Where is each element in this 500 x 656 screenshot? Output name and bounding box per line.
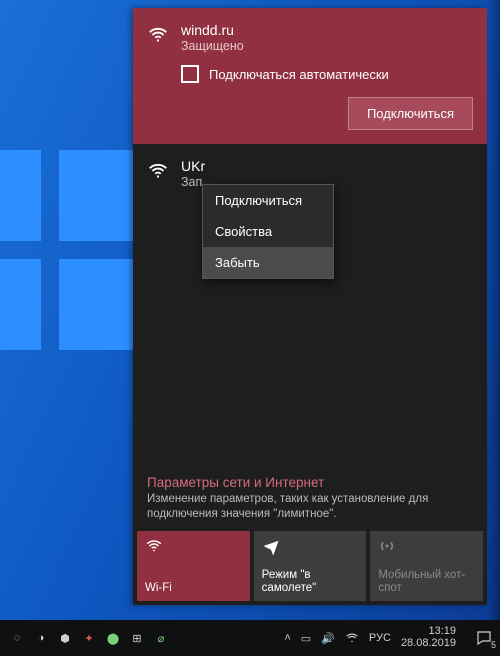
network-status: Защищено — [181, 39, 244, 53]
tray-icon[interactable]: ◌ — [10, 631, 24, 645]
tray-icon[interactable]: ⌀ — [154, 631, 168, 645]
chevron-up-icon[interactable]: ˄ — [284, 632, 290, 644]
steam-icon[interactable]: ◑ — [34, 631, 48, 645]
auto-connect-label: Подключаться автоматически — [209, 67, 389, 82]
tile-label: Мобильный хот-спот — [378, 569, 475, 595]
wifi-icon — [145, 537, 242, 555]
tray-icon[interactable]: ⊞ — [130, 631, 144, 645]
network-flyout: windd.ru Защищено Подключаться автоматич… — [133, 8, 487, 605]
desktop: windd.ru Защищено Подключаться автоматич… — [0, 0, 500, 656]
settings-title: Параметры сети и Интернет — [147, 475, 473, 490]
action-center-icon[interactable]: 5 — [474, 628, 494, 648]
auto-connect-checkbox[interactable] — [181, 65, 199, 83]
notif-count: 5 — [491, 640, 496, 650]
ctx-connect[interactable]: Подключиться — [203, 185, 333, 216]
settings-desc: Изменение параметров, таких как установл… — [147, 492, 473, 523]
wifi-icon — [147, 160, 169, 182]
connect-button[interactable]: Подключиться — [348, 97, 473, 130]
taskbar: ◌ ◑ ⬢ ✦ ⬤ ⊞ ⌀ ˄ ▭ 🔊 РУС 13:19 28.08.2019… — [0, 620, 500, 656]
tray-icon[interactable]: ✦ — [82, 631, 96, 645]
ctx-properties[interactable]: Свойства — [203, 216, 333, 247]
tile-airplane[interactable]: Режим "в самолете" — [254, 531, 367, 601]
volume-icon[interactable]: 🔊 — [321, 632, 335, 645]
clock-date: 28.08.2019 — [401, 638, 456, 650]
security-icon[interactable]: ▭ — [301, 632, 311, 645]
ssid-label: UKr — [181, 158, 205, 174]
system-tray: ˄ ▭ 🔊 РУС 13:19 28.08.2019 5 — [284, 626, 500, 649]
language-indicator[interactable]: РУС — [369, 632, 391, 644]
clock[interactable]: 13:19 28.08.2019 — [401, 626, 456, 649]
ssid-label: windd.ru — [181, 22, 244, 38]
network-tray-icon[interactable] — [345, 631, 359, 645]
hotspot-icon — [378, 537, 475, 555]
edge-shadow — [487, 0, 500, 620]
windows-logo-bg — [0, 150, 150, 350]
network-item[interactable]: UKr Зап — [133, 144, 487, 189]
ctx-forget[interactable]: Забыть — [203, 247, 333, 278]
tile-wifi[interactable]: Wi-Fi — [137, 531, 250, 601]
tile-label: Режим "в самолете" — [262, 569, 359, 595]
context-menu: Подключиться Свойства Забыть — [202, 184, 334, 279]
wifi-icon — [147, 24, 169, 46]
auto-connect-row[interactable]: Подключаться автоматически — [181, 65, 473, 83]
taskbar-left: ◌ ◑ ⬢ ✦ ⬤ ⊞ ⌀ — [0, 631, 168, 645]
tile-hotspot[interactable]: Мобильный хот-спот — [370, 531, 483, 601]
tile-label: Wi-Fi — [145, 582, 242, 595]
tray-icon[interactable]: ⬢ — [58, 631, 72, 645]
airplane-icon — [262, 537, 359, 555]
network-settings-link[interactable]: Параметры сети и Интернет Изменение пара… — [133, 465, 487, 531]
quick-tiles: Wi-Fi Режим "в самолете" Мобильный хот-с… — [133, 531, 487, 605]
selected-network-panel[interactable]: windd.ru Защищено Подключаться автоматич… — [133, 8, 487, 144]
tray-icon[interactable]: ⬤ — [106, 631, 120, 645]
